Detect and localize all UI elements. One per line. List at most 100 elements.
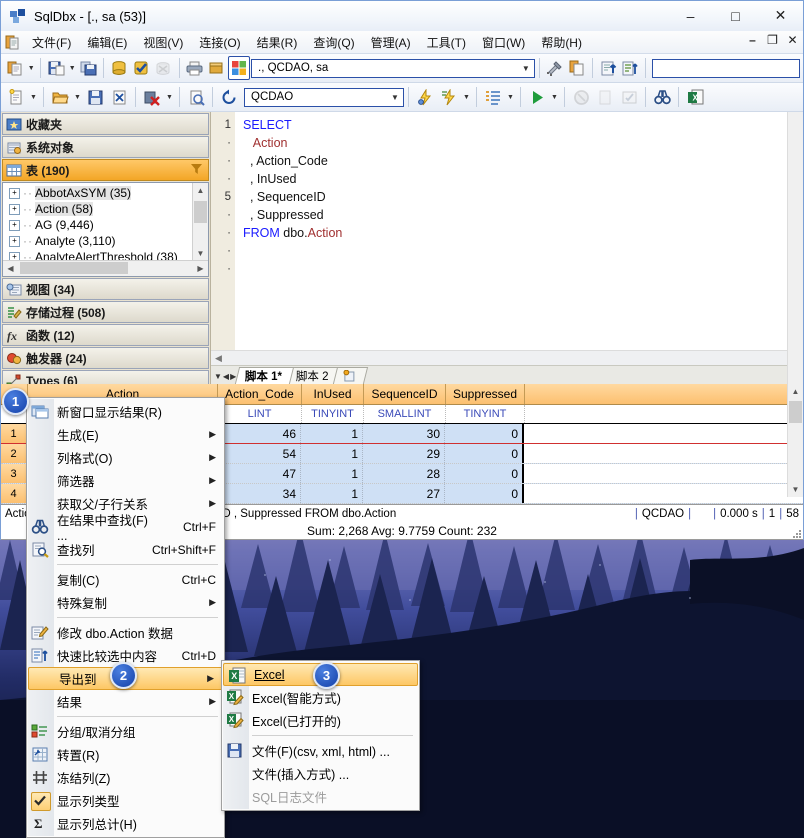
cell-inused[interactable]: 1 [301, 464, 363, 483]
save-file-icon[interactable] [83, 85, 107, 109]
tab-nav-controls[interactable]: ▼ ◀ ▶ [213, 368, 237, 384]
tab-script-1[interactable]: 脚本 1* [235, 367, 295, 384]
menu-tools[interactable]: 工具(T) [419, 32, 474, 53]
binoculars-icon[interactable] [650, 85, 674, 109]
cell-sequenceid[interactable]: 30 [363, 424, 445, 443]
run-query-icon[interactable] [525, 85, 549, 109]
mdi-restore-button[interactable]: ❐ [766, 33, 779, 47]
menu-manage[interactable]: 管理(A) [363, 32, 419, 53]
sidebar-group-favorites[interactable]: 收藏夹 [2, 113, 209, 135]
excel-export-icon[interactable]: X [683, 85, 707, 109]
menu-item-freeze-column[interactable]: 冻结列(Z) [27, 766, 224, 789]
copy-script-icon[interactable] [566, 56, 588, 80]
database-icon[interactable] [108, 56, 130, 80]
submenu-item-file-insert[interactable]: 文件(插入方式) ... [222, 762, 419, 785]
preview-icon[interactable] [184, 85, 208, 109]
row-number[interactable]: 2 [1, 444, 27, 463]
menu-window[interactable]: 窗口(W) [474, 32, 533, 53]
editor-vertical-scrollbar[interactable] [787, 112, 803, 384]
save-all-icon[interactable] [77, 56, 99, 80]
new-script-icon[interactable] [4, 85, 28, 109]
cell-suppressed[interactable]: 0 [445, 444, 524, 463]
scroll-left-icon[interactable]: ◀ [3, 261, 18, 276]
list-dropdown-icon[interactable]: ▼ [505, 86, 516, 108]
menu-item-edit-data[interactable]: 修改 dbo.Action 数据 [27, 621, 224, 644]
menu-file[interactable]: 文件(F) [24, 32, 79, 53]
menu-item-column-format[interactable]: 列格式(O) ▶ [27, 446, 224, 469]
cell-suppressed[interactable]: 0 [445, 484, 524, 503]
close-script-icon[interactable] [107, 85, 131, 109]
connection-combo[interactable]: ., QCDAO, sa ▼ [251, 58, 535, 78]
new-connection-icon[interactable] [4, 56, 26, 80]
open-file-dropdown-icon[interactable]: ▼ [72, 86, 83, 108]
sidebar-group-functions[interactable]: fx 函数 (12) [2, 324, 209, 346]
menu-item-show-column-totals[interactable]: Σ 显示列总计(H) [27, 812, 224, 835]
verify-icon[interactable] [130, 56, 152, 80]
minimize-button[interactable]: – [668, 1, 713, 30]
options-icon[interactable] [544, 56, 566, 80]
grid-column-header-action-code[interactable]: Action_Code [218, 384, 302, 404]
menu-item-group-ungroup[interactable]: 分组/取消分组 [27, 720, 224, 743]
cell-sequenceid[interactable]: 29 [363, 444, 445, 463]
scroll-track[interactable] [18, 261, 193, 276]
save-dropdown-icon[interactable]: ▼ [67, 57, 77, 79]
save-icon[interactable] [45, 56, 67, 80]
scroll-thumb[interactable] [194, 201, 207, 223]
menu-item-find-column[interactable]: 查找列 Ctrl+Shift+F [27, 538, 224, 561]
scroll-thumb[interactable] [789, 401, 802, 423]
expand-icon[interactable]: + [9, 203, 20, 215]
cell-action-code[interactable]: 34 [217, 484, 301, 503]
execute-parse-icon[interactable] [437, 85, 461, 109]
scroll-thumb[interactable] [20, 262, 128, 274]
tab-new-script[interactable] [332, 367, 369, 384]
grid-column-header-inused[interactable]: InUsed [302, 384, 364, 404]
mdi-close-button[interactable]: ✕ [786, 33, 799, 47]
scroll-left-icon[interactable]: ◀ [211, 353, 222, 364]
expand-icon[interactable]: + [9, 219, 20, 231]
sidebar-group-procedures[interactable]: 存储过程 (508) [2, 301, 209, 323]
cell-suppressed[interactable]: 0 [445, 424, 524, 443]
tab-list-icon[interactable]: ▼ [214, 372, 222, 381]
cell-inused[interactable]: 1 [301, 484, 363, 503]
cell-action-code[interactable]: 46 [217, 424, 301, 443]
sync-compare-icon[interactable] [619, 56, 641, 80]
sidebar-group-tables[interactable]: 表 (190) [2, 159, 209, 181]
menu-item-find-in-results[interactable]: 在结果中查找(F) ... Ctrl+F [27, 514, 224, 543]
row-number[interactable]: 1 [1, 424, 27, 443]
menu-item-new-window-results[interactable]: 新窗口显示结果(R) [27, 400, 224, 423]
menu-item-copy-special[interactable]: 特殊复制 ▶ [27, 591, 224, 614]
close-button[interactable]: ✕ [758, 1, 803, 30]
menu-help[interactable]: 帮助(H) [533, 32, 590, 53]
sync-up-icon[interactable] [597, 56, 619, 80]
row-number[interactable]: 4 [1, 484, 27, 503]
tree-node[interactable]: + ·· AbbotAxSYM (35) [5, 185, 208, 201]
refresh-icon[interactable] [217, 85, 241, 109]
menu-item-show-column-types[interactable]: 显示列类型 [27, 789, 224, 812]
menu-results[interactable]: 结果(R) [249, 32, 306, 53]
toolbar-search-input[interactable] [652, 58, 801, 78]
expand-icon[interactable]: + [9, 235, 20, 247]
submenu-item-excel-opened[interactable]: X Excel(已打开的) [222, 709, 419, 732]
run-query-dropdown-icon[interactable]: ▼ [549, 86, 560, 108]
chevron-down-icon[interactable]: ▼ [387, 93, 403, 102]
cell-inused[interactable]: 1 [301, 444, 363, 463]
cell-action-code[interactable]: 47 [217, 464, 301, 483]
filter-icon[interactable] [191, 164, 202, 175]
database-combo[interactable]: QCDAO ▼ [244, 87, 404, 107]
submenu-item-excel-smart[interactable]: X Excel(智能方式) [222, 686, 419, 709]
resize-grip[interactable] [791, 528, 801, 538]
new-script-dropdown-icon[interactable]: ▼ [28, 86, 39, 108]
submenu-item-file-export[interactable]: 文件(F)(csv, xml, html) ... [222, 739, 419, 762]
chevron-down-icon[interactable]: ▼ [518, 64, 534, 73]
menu-connect[interactable]: 连接(O) [191, 32, 248, 53]
grid-vertical-scrollbar[interactable]: ▲ ▼ [787, 384, 803, 497]
tab-prev-icon[interactable]: ◀ [223, 372, 229, 381]
menu-query[interactable]: 查询(Q) [305, 32, 362, 53]
menu-item-generate[interactable]: 生成(E) ▶ [27, 423, 224, 446]
delete-dropdown-icon[interactable]: ▼ [164, 86, 175, 108]
sidebar-group-triggers[interactable]: 触发器 (24) [2, 347, 209, 369]
tree-node[interactable]: + ·· AG (9,446) [5, 217, 208, 233]
open-file-icon[interactable] [48, 85, 72, 109]
scroll-up-icon[interactable]: ▲ [193, 183, 208, 198]
expand-icon[interactable]: + [9, 187, 20, 199]
